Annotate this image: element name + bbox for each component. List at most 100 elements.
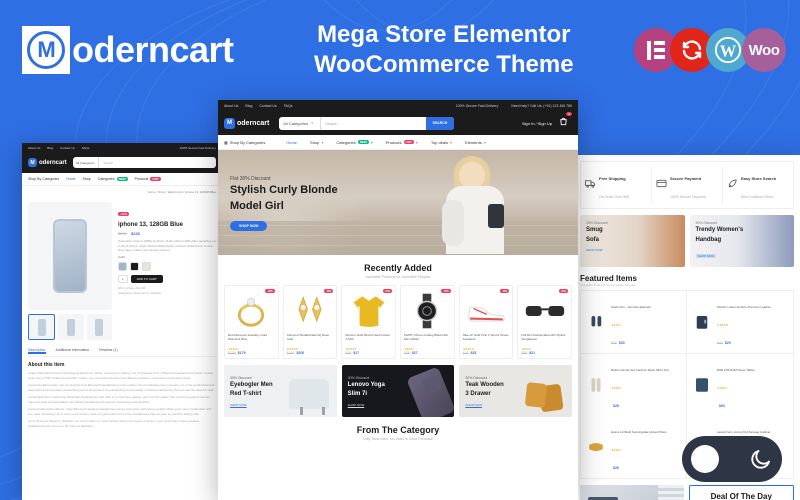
feature-sub-2: 100% Secure Payment	[670, 195, 706, 199]
product-card[interactable]: -8% Nike Air Gold Pink V Sports Shoes Sn…	[458, 285, 514, 359]
featured-item[interactable]: Studio Pro - Sporting Earbuds ★★★★☆ $35 $…	[581, 291, 687, 354]
product-card[interactable]: -5% MVMT Chrono Analog Black Dial Men Wa…	[400, 285, 455, 359]
tab-reviews[interactable]: Reviews (1)	[99, 348, 117, 354]
hero-slider[interactable]: Flat 30% Discount Stylish Curly Blonde M…	[218, 150, 578, 255]
link-about-us[interactable]: About Us	[224, 104, 238, 108]
left-search-bar[interactable]: All Categories Search	[72, 157, 216, 168]
thumbnail-3[interactable]	[86, 314, 112, 340]
promo-1-cta[interactable]: SHOP NOW	[230, 403, 273, 407]
promo-2-cta[interactable]: SHOP NOW	[348, 403, 385, 407]
featured-item-name: Studio Pro - Sporting Earbuds	[611, 305, 651, 309]
left-header-logo[interactable]: M oderncart	[28, 158, 67, 167]
product-discount: -8%	[324, 289, 334, 293]
center-nav-shop[interactable]: Shop ▾	[310, 140, 323, 145]
thumbnail-1[interactable]	[28, 314, 56, 340]
search-button[interactable]: SEARCH	[425, 116, 455, 130]
featured-item[interactable]: Woofer Latest Venture Premium Leather...…	[687, 291, 793, 354]
link-blog[interactable]: Blog	[245, 104, 252, 108]
tab-description[interactable]: Description	[28, 348, 46, 354]
about-heading: About this item	[28, 362, 65, 368]
center-search-bar[interactable]: All Categories ▾ Search SEARCH	[279, 116, 455, 130]
left-search-input[interactable]: Search	[103, 161, 213, 165]
featured-item-price: $35 $30	[611, 341, 625, 345]
featured-item[interactable]: Bottle Grinder Set Ceramic Spice Mill 2 …	[581, 354, 687, 416]
quantity-stepper[interactable]: 1	[118, 275, 128, 284]
center-nav-categories[interactable]: Categories NEW ▾	[336, 140, 372, 145]
product-price: $240 $200	[286, 351, 305, 355]
swatch-black[interactable]	[130, 262, 139, 272]
product-card[interactable]: -8% Red Diamond Jewellery Gold Diamond R…	[224, 285, 279, 359]
hero-kicker: Flat 30% Discount	[230, 176, 271, 182]
hero-heading-line1: Stylish Curly Blonde	[230, 184, 338, 196]
deal-of-the-day-card[interactable]: Deal Of The Day	[688, 485, 794, 500]
product-name: Full Rim Fashionable with Stylish Sungla…	[521, 333, 566, 342]
from-category-heading-group: From The Category Only Touch Item You Wa…	[218, 423, 578, 441]
rating-stars: ★★★★☆	[611, 386, 622, 390]
logo-mark-icon: M	[22, 26, 70, 74]
account-link[interactable]: Sign In / Sign Up	[522, 121, 552, 126]
center-nav-elements[interactable]: Elements ▾	[465, 140, 486, 145]
toggle-knob[interactable]	[691, 445, 719, 473]
rating-stars: ★★★★★	[717, 323, 728, 327]
promo-banner: M oderncart Mega Store Elementor WooComm…	[0, 0, 800, 100]
center-header-logo[interactable]: M oderncart	[224, 117, 269, 129]
left-nav-categories[interactable]: Categories NEW	[98, 177, 128, 181]
thumbnail-2[interactable]	[58, 314, 84, 340]
tab-additional-information[interactable]: Additional information	[56, 348, 90, 354]
product-categories: Categories: Electronics, Mobiles	[118, 290, 161, 295]
center-categories-dropdown[interactable]: All Categories	[283, 121, 308, 126]
promo-3-line2: 3 Drawer	[465, 391, 491, 397]
left-shop-by-categories[interactable]: Shop By Categories	[28, 177, 59, 181]
left-nav-products[interactable]: Products HOT	[135, 177, 161, 181]
link-faqs[interactable]: FAQs	[284, 104, 293, 108]
promo-3-cta[interactable]: SHOP NOW	[465, 403, 503, 407]
featured-item[interactable]: 8GB 1TB RAM Super Tablet ★★★★☆ $63	[687, 354, 793, 416]
about-paragraph-4: Focus enabled Microphone: Clear Bluetoot…	[28, 407, 212, 416]
left-nav-home[interactable]: Home	[66, 177, 75, 181]
left-categories-dropdown[interactable]: All Categories	[76, 161, 95, 165]
center-search-input[interactable]: Search	[325, 121, 426, 126]
product-info: -21% iphone 13, 128GB Blue $259 $230 Cin…	[118, 202, 216, 340]
center-nav: ▦ Shop By Categories Home Shop ▾ Categori…	[218, 135, 578, 150]
link-blog[interactable]: Blog	[47, 146, 53, 150]
promo-teak[interactable]: 30% Discount Teak Wooden 3 Drawer SHOP N…	[459, 365, 573, 417]
earring-icon	[287, 289, 334, 333]
dark-mode-toggle[interactable]	[682, 436, 782, 482]
swatch-white[interactable]	[142, 262, 151, 272]
left-nav: Shop By Categories Home Shop Categories …	[22, 173, 222, 186]
promo-handbag[interactable]: 30% Discount Trendy Women's Handbag SHOP…	[689, 215, 794, 267]
color-label: Color:	[118, 255, 127, 260]
link-contact-us[interactable]: Contact Us	[60, 146, 75, 150]
card-icon	[656, 176, 667, 194]
hero-shop-now-button[interactable]: SHOP NOW	[230, 220, 268, 231]
cart-button[interactable]: 0	[558, 112, 572, 132]
swatch-blue[interactable]	[118, 262, 127, 272]
link-faqs[interactable]: FAQs	[82, 146, 90, 150]
promo-handbag-cta[interactable]: SHOP NOW	[695, 254, 717, 258]
featured-item[interactable]: Evans Lichfield Sunningdale Velvet Pillo…	[581, 416, 687, 478]
featured-heading-group: Featured Items Incredible Products for I…	[574, 267, 800, 290]
featured-item-name: Latest Form Living Pod Storage Cabinet	[717, 430, 771, 434]
add-to-cart-button[interactable]: ADD TO CART	[130, 275, 163, 284]
center-nav-products[interactable]: Products HOT ▾	[386, 140, 418, 145]
product-card[interactable]: -8% Full Rim Fashionable with Stylish Su…	[517, 285, 573, 359]
product-card[interactable]: -8% Diamond Studded Earring Rose Gold ★★…	[282, 285, 338, 359]
promo-smug-sofa[interactable]: 25% Discount Smug Sofa SHOP NOW	[580, 215, 685, 267]
product-main-image[interactable]	[28, 202, 112, 310]
product-price: $138 $179	[228, 351, 246, 355]
center-nav-top-deals[interactable]: Top deals ▾	[431, 140, 452, 145]
price-current: $230	[131, 231, 140, 237]
svg-text:W: W	[720, 41, 737, 60]
center-nav-home[interactable]: Home	[286, 140, 297, 145]
promo-lenovo[interactable]: 30% Discount Lenovo Yoga Slim 7i SHOP NO…	[341, 365, 455, 417]
product-card[interactable]: -5% Women Solid Round Neck Cotton T-Shir…	[341, 285, 397, 359]
left-nav-shop[interactable]: Shop	[82, 177, 90, 181]
promo-sofa-cta[interactable]: SHOP NOW	[586, 248, 679, 252]
center-shop-by-categories[interactable]: ▦ Shop By Categories	[224, 140, 265, 145]
left-topbar-secure: 100% Secure Fast Delivery	[179, 145, 216, 150]
deal-title: Deal Of The Day	[710, 492, 772, 500]
link-contact-us[interactable]: Contact Us	[259, 104, 276, 108]
link-about-us[interactable]: About Us	[28, 146, 40, 150]
product-grid: -8% Red Diamond Jewellery Gold Diamond R…	[218, 279, 578, 365]
promo-eyebogler[interactable]: 35% Discount Eyebogler Men Red T-shirt S…	[224, 365, 337, 417]
